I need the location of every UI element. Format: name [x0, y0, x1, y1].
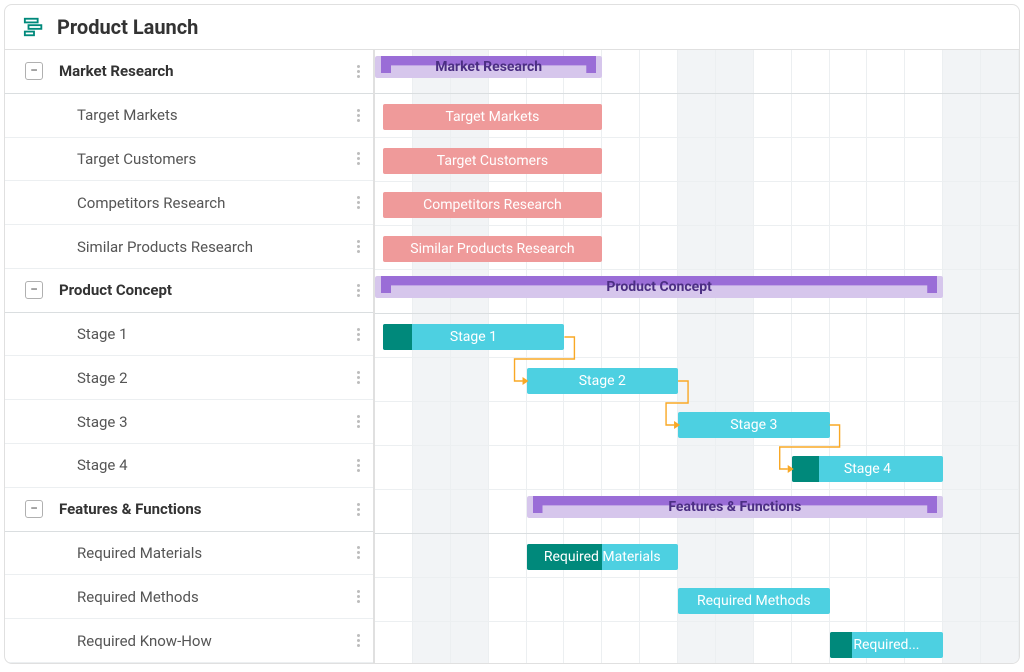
- row-label: Stage 4: [77, 456, 351, 474]
- task-row[interactable]: Stage 1: [5, 313, 373, 357]
- task-group-row[interactable]: −Product Concept: [5, 269, 373, 313]
- task-bar[interactable]: Required Materials: [527, 544, 679, 570]
- bar-label: Stage 1: [442, 329, 505, 345]
- drag-handle-icon[interactable]: [351, 546, 365, 559]
- row-label: Stage 1: [77, 325, 351, 343]
- task-row[interactable]: Required Materials: [5, 532, 373, 576]
- row-label: Product Concept: [59, 281, 351, 299]
- gantt-row: Competitors Research: [375, 182, 1019, 226]
- gantt-row: Required...: [375, 622, 1019, 663]
- task-bar[interactable]: Required...: [830, 632, 944, 658]
- bar-label: Similar Products Research: [402, 241, 582, 257]
- row-label: Market Research: [59, 62, 351, 80]
- bar-label: Market Research: [435, 59, 542, 75]
- gantt-row: Stage 1: [375, 314, 1019, 358]
- task-bar[interactable]: Required Methods: [678, 588, 830, 614]
- task-bar[interactable]: Stage 1: [383, 324, 565, 350]
- task-row[interactable]: Stage 2: [5, 356, 373, 400]
- task-row[interactable]: Target Markets: [5, 94, 373, 138]
- collapse-toggle[interactable]: −: [25, 62, 43, 80]
- bar-label: Product Concept: [606, 279, 711, 295]
- task-row[interactable]: Target Customers: [5, 138, 373, 182]
- gantt-app: Product Launch −Market ResearchTarget Ma…: [4, 4, 1020, 664]
- gantt-row: Target Markets: [375, 94, 1019, 138]
- gantt-row: Product Concept: [375, 270, 1019, 314]
- row-label: Similar Products Research: [77, 238, 351, 256]
- gantt-icon: [23, 16, 45, 38]
- row-label: Features & Functions: [59, 500, 351, 518]
- gantt-rows: Market Research Target Markets Target Cust…: [375, 50, 1019, 663]
- gantt-row: Stage 3: [375, 402, 1019, 446]
- gantt-row: Required Materials: [375, 534, 1019, 578]
- drag-handle-icon[interactable]: [351, 415, 365, 428]
- task-group-row[interactable]: −Features & Functions: [5, 488, 373, 532]
- row-label: Competitors Research: [77, 194, 351, 212]
- row-label: Target Customers: [77, 150, 351, 168]
- summary-bar[interactable]: Product Concept: [375, 276, 943, 298]
- row-label: Target Markets: [77, 106, 351, 124]
- row-label: Stage 2: [77, 369, 351, 387]
- task-bar[interactable]: Competitors Research: [383, 192, 603, 218]
- task-row[interactable]: Required Know-How: [5, 619, 373, 663]
- bar-label: Stage 3: [722, 417, 785, 433]
- page-title: Product Launch: [57, 15, 198, 39]
- drag-handle-icon[interactable]: [351, 371, 365, 384]
- gantt-row: Stage 4: [375, 446, 1019, 490]
- collapse-toggle[interactable]: −: [25, 281, 43, 299]
- task-list-panel: −Market ResearchTarget MarketsTarget Cus…: [5, 50, 375, 663]
- task-bar[interactable]: Similar Products Research: [383, 236, 603, 262]
- task-bar[interactable]: Stage 4: [792, 456, 944, 482]
- drag-handle-icon[interactable]: [351, 590, 365, 603]
- gantt-body: −Market ResearchTarget MarketsTarget Cus…: [5, 50, 1019, 663]
- bar-label: Target Markets: [437, 109, 547, 125]
- task-row[interactable]: Stage 3: [5, 400, 373, 444]
- drag-handle-icon[interactable]: [351, 109, 365, 122]
- bar-label: Required...: [845, 637, 927, 653]
- task-row[interactable]: Similar Products Research: [5, 225, 373, 269]
- timeline-panel[interactable]: Market Research Target Markets Target Cust…: [375, 50, 1019, 663]
- summary-bar[interactable]: Market Research: [375, 56, 602, 78]
- collapse-toggle[interactable]: −: [25, 500, 43, 518]
- gantt-row: Required Methods: [375, 578, 1019, 622]
- row-label: Stage 3: [77, 413, 351, 431]
- bar-label: Competitors Research: [415, 197, 569, 213]
- bar-label: Stage 4: [836, 461, 899, 477]
- bar-label: Features & Functions: [668, 499, 801, 515]
- drag-handle-icon[interactable]: [351, 240, 365, 253]
- task-bar[interactable]: Target Markets: [383, 104, 603, 130]
- task-row[interactable]: Stage 4: [5, 444, 373, 488]
- drag-handle-icon[interactable]: [351, 65, 365, 78]
- drag-handle-icon[interactable]: [351, 196, 365, 209]
- bar-label: Target Customers: [429, 153, 556, 169]
- task-group-row[interactable]: −Market Research: [5, 50, 373, 94]
- drag-handle-icon[interactable]: [351, 634, 365, 647]
- drag-handle-icon[interactable]: [351, 459, 365, 472]
- drag-handle-icon[interactable]: [351, 503, 365, 516]
- row-label: Required Know-How: [77, 632, 351, 650]
- task-row[interactable]: Required Methods: [5, 575, 373, 619]
- task-bar[interactable]: Stage 3: [678, 412, 830, 438]
- gantt-row: Similar Products Research: [375, 226, 1019, 270]
- gantt-row: Stage 2: [375, 358, 1019, 402]
- summary-bar[interactable]: Features & Functions: [527, 496, 944, 518]
- gantt-row: Market Research: [375, 50, 1019, 94]
- task-bar[interactable]: Stage 2: [527, 368, 679, 394]
- drag-handle-icon[interactable]: [351, 328, 365, 341]
- row-label: Required Materials: [77, 544, 351, 562]
- bar-label: Stage 2: [571, 373, 634, 389]
- gantt-row: Target Customers: [375, 138, 1019, 182]
- drag-handle-icon[interactable]: [351, 152, 365, 165]
- bar-label: Required Methods: [689, 593, 819, 609]
- row-label: Required Methods: [77, 588, 351, 606]
- app-header: Product Launch: [5, 5, 1019, 50]
- bar-label: Required Materials: [536, 549, 669, 565]
- gantt-row: Features & Functions: [375, 490, 1019, 534]
- progress-fill: [792, 456, 819, 482]
- progress-fill: [383, 324, 412, 350]
- task-row[interactable]: Competitors Research: [5, 181, 373, 225]
- task-bar[interactable]: Target Customers: [383, 148, 603, 174]
- drag-handle-icon[interactable]: [351, 284, 365, 297]
